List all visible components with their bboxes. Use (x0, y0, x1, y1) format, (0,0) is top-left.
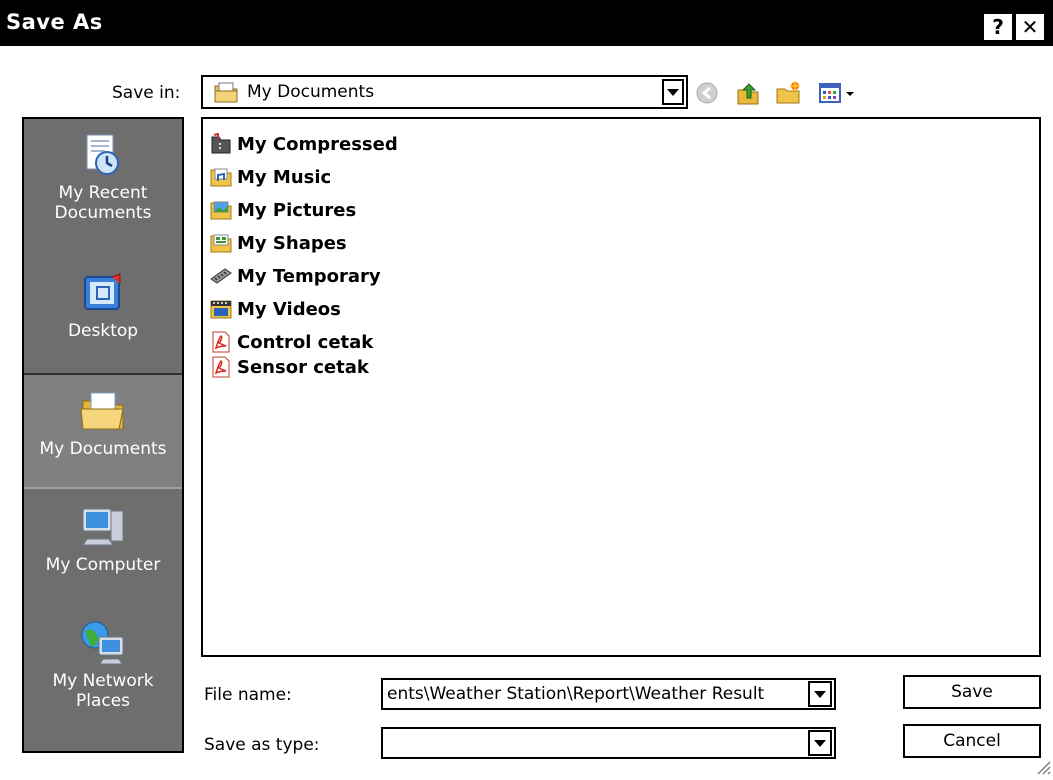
save-as-type-dropdown-button[interactable] (808, 730, 832, 756)
save-in-dropdown-button[interactable] (662, 79, 684, 105)
save-as-type-combo[interactable] (381, 727, 836, 759)
place-label: My Recent Documents (54, 183, 152, 223)
list-item[interactable]: Sensor cetak (209, 355, 369, 379)
place-label: My Network Places (52, 671, 154, 711)
save-as-dialog: Save As ? ✕ Save in: My Documents My Rec… (0, 0, 1053, 777)
pdf-file-icon (209, 356, 233, 378)
file-name: My Pictures (237, 199, 357, 221)
compressed-folder-icon (209, 132, 233, 155)
save-as-type-label: Save as type: (204, 735, 320, 755)
pictures-folder-icon (209, 199, 233, 221)
shapes-folder-icon (209, 232, 233, 254)
save-as-type-input[interactable] (385, 731, 804, 755)
place-label: My Computer (45, 555, 161, 575)
list-item[interactable]: My Shapes (209, 231, 347, 255)
place-desktop[interactable]: Desktop (24, 269, 182, 359)
network-places-icon (79, 619, 127, 667)
temporary-folder-icon (209, 265, 233, 287)
place-label: My Documents (39, 439, 167, 459)
cancel-button[interactable]: Cancel (903, 724, 1041, 758)
resize-grip-icon[interactable] (1033, 757, 1051, 775)
file-name-input[interactable] (385, 682, 804, 706)
file-name: Sensor cetak (237, 356, 369, 378)
my-computer-icon (79, 503, 127, 551)
chevron-down-icon (814, 690, 826, 698)
places-bar: My Recent Documents Desktop My Documents… (22, 117, 184, 753)
my-documents-icon (213, 80, 239, 104)
help-button[interactable]: ? (984, 14, 1012, 40)
list-item[interactable]: My Videos (209, 297, 341, 321)
place-my-documents[interactable]: My Documents (24, 373, 182, 489)
view-menu-icon[interactable] (815, 79, 863, 107)
file-name-label: File name: (204, 685, 292, 705)
music-folder-icon (209, 166, 233, 188)
place-my-recent-documents[interactable]: My Recent Documents (24, 131, 182, 251)
list-item[interactable]: My Music (209, 165, 331, 189)
dialog-title: Save As (6, 10, 103, 34)
file-name: Control cetak (237, 331, 374, 353)
desktop-icon (79, 269, 127, 317)
file-list[interactable]: My Compressed My Music My Pictures My Sh… (201, 117, 1041, 657)
place-my-computer[interactable]: My Computer (24, 503, 182, 613)
file-name-combo[interactable] (381, 678, 836, 710)
close-button[interactable]: ✕ (1016, 14, 1044, 40)
list-item[interactable]: My Compressed (209, 132, 398, 156)
chevron-down-icon (667, 88, 679, 96)
place-label: Desktop (67, 321, 139, 341)
chevron-down-icon (814, 739, 826, 747)
place-my-network-places[interactable]: My Network Places (24, 619, 182, 743)
file-name: My Shapes (237, 232, 347, 254)
save-in-label: Save in: (112, 83, 181, 103)
save-in-combo[interactable]: My Documents (201, 75, 688, 109)
file-name-dropdown-button[interactable] (808, 681, 832, 707)
file-name: My Videos (237, 298, 341, 320)
save-in-value: My Documents (247, 82, 375, 102)
new-folder-icon[interactable] (774, 79, 802, 107)
title-bar: Save As ? ✕ (0, 0, 1053, 46)
videos-folder-icon (209, 298, 233, 320)
up-one-level-icon[interactable] (734, 79, 762, 107)
pdf-file-icon (209, 331, 233, 353)
file-name: My Temporary (237, 265, 381, 287)
recent-documents-icon (79, 131, 127, 179)
save-button[interactable]: Save (903, 675, 1041, 709)
list-item[interactable]: My Temporary (209, 264, 381, 288)
back-icon[interactable] (693, 79, 721, 107)
file-name: My Compressed (237, 133, 398, 155)
list-item[interactable]: Control cetak (209, 330, 373, 354)
my-documents-icon (79, 387, 127, 435)
list-item[interactable]: My Pictures (209, 198, 356, 222)
file-name: My Music (237, 166, 332, 188)
